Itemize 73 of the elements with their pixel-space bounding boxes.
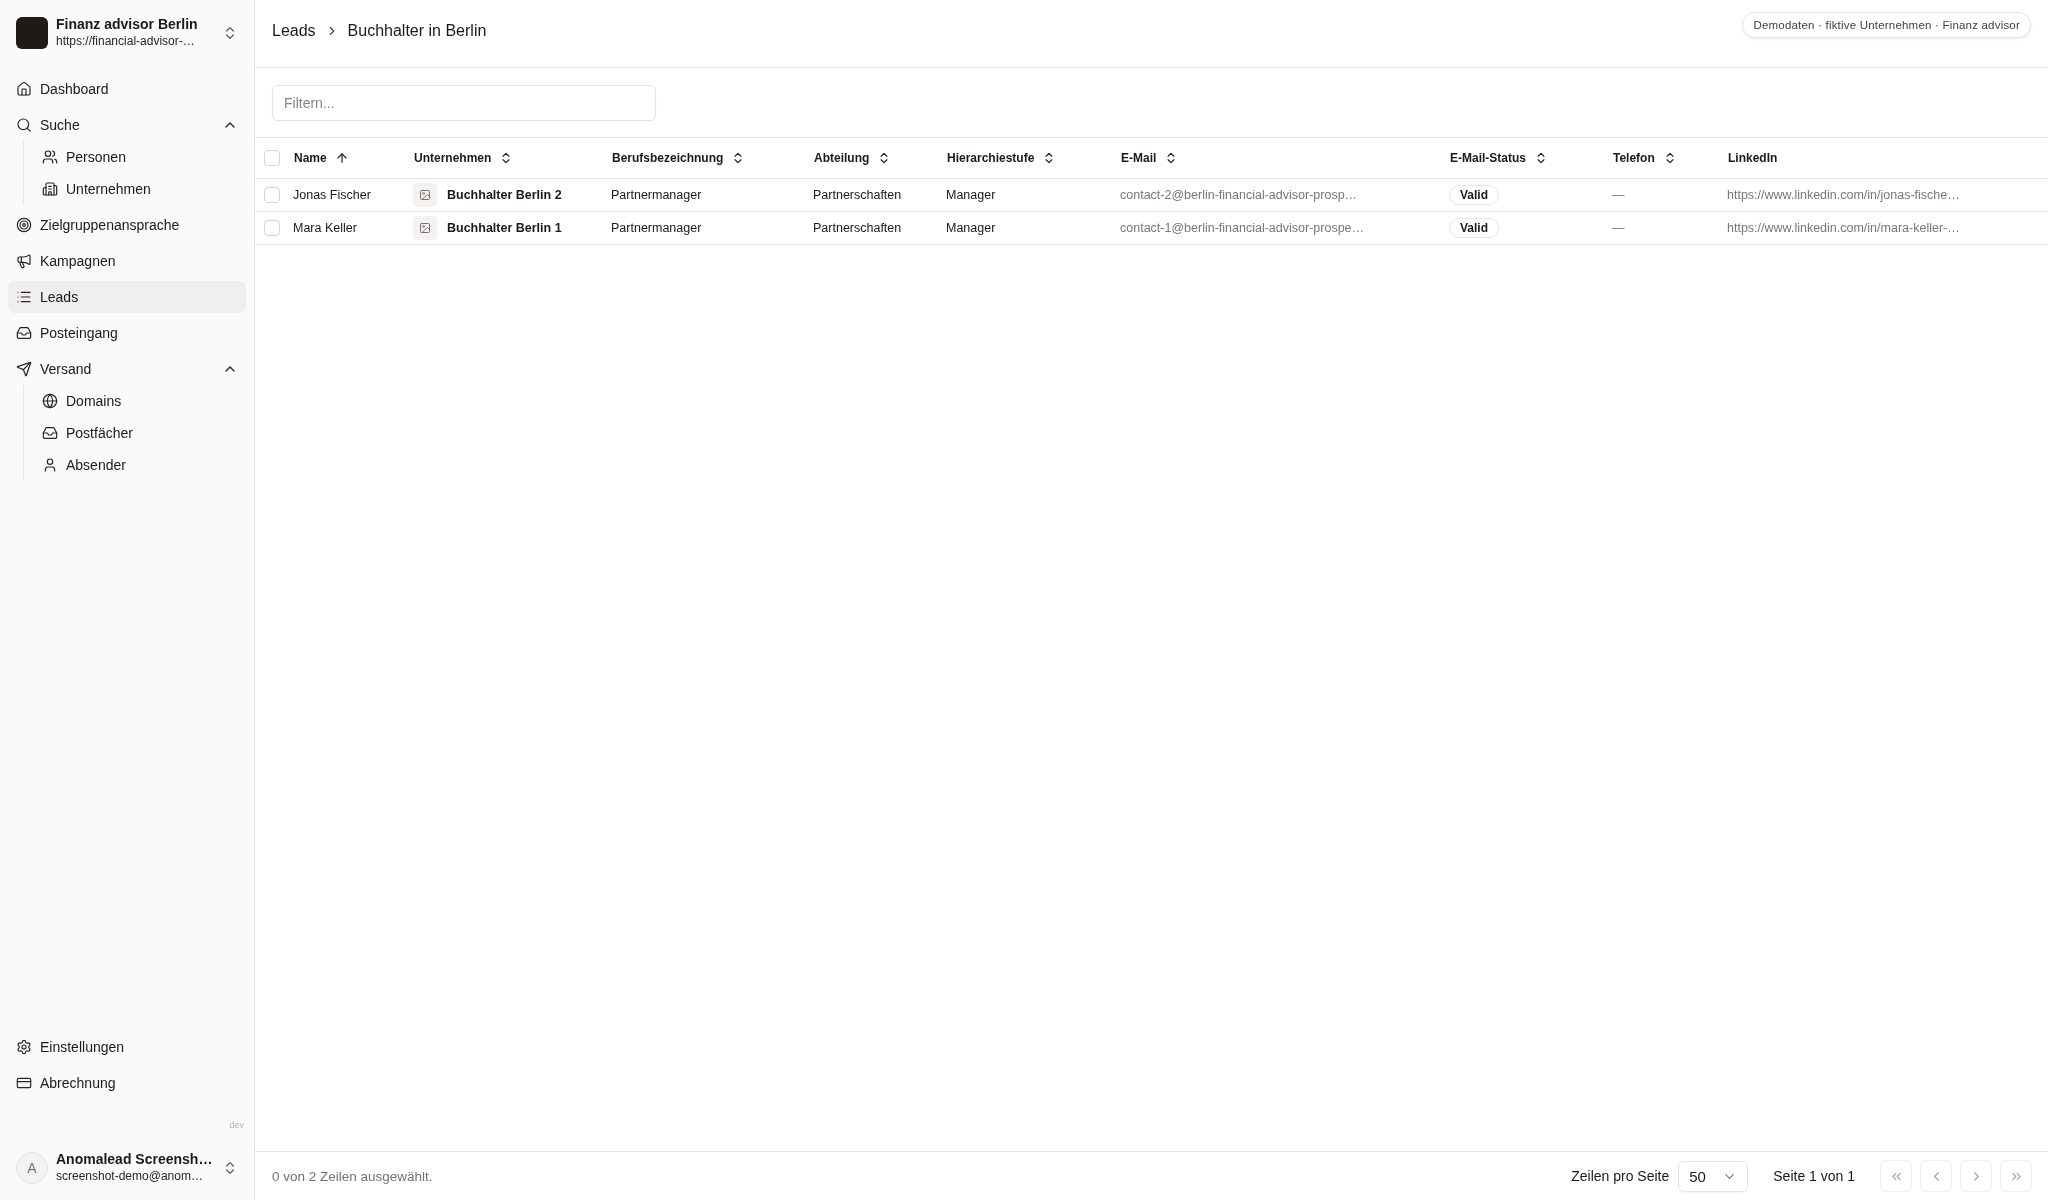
house-icon <box>16 81 32 97</box>
selection-count: 0 von 2 Zeilen ausgewählt. <box>272 1168 433 1184</box>
company-name: Buchhalter Berlin 2 <box>447 188 562 202</box>
checkbox[interactable] <box>264 220 280 236</box>
nav-item[interactable]: Unternehmen <box>34 173 246 205</box>
avatar: A <box>16 1151 48 1184</box>
building-icon <box>42 181 58 197</box>
table-cell: — <box>1612 221 1625 235</box>
workspace-url: https://financial-advisor-… <box>56 33 196 49</box>
table-cell: Partnermanager <box>611 188 702 202</box>
image-icon <box>413 216 437 240</box>
nav-item[interactable]: Leads <box>8 281 246 313</box>
workspace-name: Finanz advisor Berlin <box>56 16 199 33</box>
globe-icon <box>42 393 58 409</box>
company-name: Buchhalter Berlin 1 <box>447 221 562 235</box>
filter-input[interactable]: Filtern... <box>272 85 656 121</box>
user-icon <box>42 457 58 473</box>
checkbox[interactable] <box>264 187 280 203</box>
nav-item[interactable]: Absender <box>34 449 246 481</box>
rows-per-page-select[interactable]: 50 <box>1678 1160 1749 1192</box>
credit-card-icon <box>16 1075 32 1091</box>
column-sort-button[interactable]: Unternehmen <box>414 151 514 165</box>
demo-data-badge: Demodaten · fiktive Unternehmen · Finanz advisor <box>1742 12 2031 38</box>
table-cell: https://www.linkedin.com/in/jonas-fische… <box>1727 188 1960 202</box>
column-sort-button[interactable]: E-Mail <box>1121 151 1179 165</box>
paper-plane-icon <box>16 361 32 377</box>
nav-item[interactable]: Postfächer <box>34 417 246 449</box>
page-indicator: Seite 1 von 1 <box>1773 1168 1855 1184</box>
inbox-icon <box>42 425 58 441</box>
rows-per-page-label: Zeilen pro Seite <box>1571 1168 1670 1184</box>
column-sort-button[interactable]: Hierarchiestufe <box>947 151 1057 165</box>
table-cell: Manager <box>946 221 996 235</box>
table-cell: https://www.linkedin.com/in/mara-keller-… <box>1727 221 1960 235</box>
table-cell: contact-1@berlin-financial-advisor-prospe… <box>1120 221 1365 235</box>
table-cell: Manager <box>946 188 996 202</box>
users-icon <box>42 149 58 165</box>
nav-item[interactable]: Einstellungen <box>8 1031 246 1063</box>
nav-item[interactable]: Abrechnung <box>8 1067 246 1099</box>
table-cell: Partnerschaften <box>813 221 902 235</box>
nav-item[interactable]: Zielgruppenansprache <box>8 209 246 241</box>
column-sort-button[interactable]: E-Mail-Status <box>1450 151 1548 165</box>
table-cell: Partnermanager <box>611 221 702 235</box>
table-cell: Partnerschaften <box>813 188 902 202</box>
breadcrumb-link[interactable]: Leads <box>272 22 316 40</box>
environment-label: dev <box>229 1119 244 1131</box>
table-cell: Jonas Fischer <box>293 188 371 202</box>
column-sort-button[interactable]: Telefon <box>1613 151 1677 165</box>
target-icon <box>16 217 32 233</box>
inbox-icon <box>16 325 32 341</box>
nav-item[interactable]: Suche <box>8 109 246 141</box>
breadcrumb-current: Buchhalter in Berlin <box>347 22 487 40</box>
megaphone-icon <box>16 253 32 269</box>
column-sort-button[interactable]: Name <box>294 151 349 165</box>
image-icon <box>413 183 437 207</box>
table-cell: contact-2@berlin-financial-advisor-prosp… <box>1120 188 1358 202</box>
nav-item[interactable]: Domains <box>34 385 246 417</box>
nav-item[interactable]: Kampagnen <box>8 245 246 277</box>
table-cell: Mara Keller <box>293 221 357 235</box>
workspace-logo <box>16 16 48 49</box>
column-sort-button[interactable]: Berufsbezeichnung <box>612 151 746 165</box>
table-cell: — <box>1612 188 1625 202</box>
user-name: Anomalead Screensh… <box>56 1151 214 1168</box>
nav-item[interactable]: Personen <box>34 141 246 173</box>
search-icon <box>16 117 32 133</box>
column-sort-button[interactable]: Abteilung <box>814 151 892 165</box>
nav-item[interactable]: Dashboard <box>8 73 246 105</box>
user-email: screenshot-demo@anom… <box>56 1168 204 1184</box>
checkbox[interactable] <box>264 150 280 166</box>
column-header: LinkedIn <box>1728 151 1778 165</box>
settings-icon <box>16 1039 32 1055</box>
nav-item[interactable]: Posteingang <box>8 317 246 349</box>
nav-item[interactable]: Versand <box>8 353 246 385</box>
list-icon <box>16 289 32 305</box>
